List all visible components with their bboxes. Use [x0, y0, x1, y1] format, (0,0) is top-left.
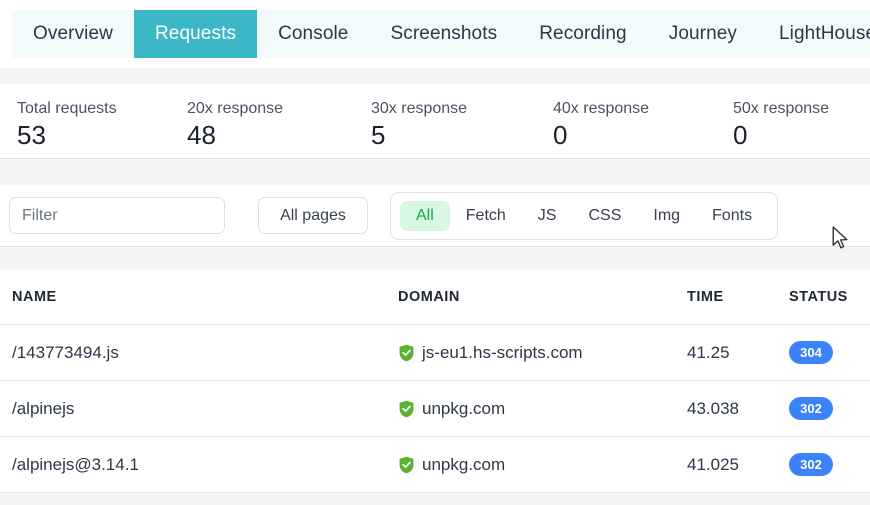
table-header-row: NAME DOMAIN TIME STATUS: [0, 269, 870, 325]
domain-label: unpkg.com: [422, 398, 506, 418]
status-badge: 302: [789, 453, 833, 476]
column-header-name[interactable]: NAME: [0, 289, 398, 305]
pages-select-label: All pages: [280, 206, 346, 224]
pages-select[interactable]: All pages: [258, 197, 368, 234]
stat-label: 40x response: [553, 100, 650, 117]
filter-panel: All pages All Fetch JS CSS Img Fonts: [0, 185, 870, 247]
filter-type-label: JS: [537, 206, 557, 224]
tab-requests[interactable]: Requests: [133, 10, 258, 58]
filter-type-js[interactable]: JS: [522, 201, 573, 231]
stat-20x-response: 20x response 48: [184, 100, 368, 151]
tab-bar-container: Overview Requests Console Screenshots Re…: [0, 0, 870, 68]
section-gap-bottom: [0, 247, 870, 269]
status-badge: 302: [789, 397, 833, 420]
requests-table: NAME DOMAIN TIME STATUS /143773494.js js…: [0, 269, 870, 493]
domain-label: unpkg.com: [422, 454, 506, 474]
stat-value: 48: [187, 120, 216, 150]
filter-type-img[interactable]: Img: [637, 201, 696, 231]
tab-label: LightHouse: [779, 23, 870, 44]
filter-type-fetch[interactable]: Fetch: [450, 201, 522, 231]
tab-recording[interactable]: Recording: [518, 10, 648, 58]
stat-40x-response: 40x response 0: [550, 100, 730, 151]
column-header-status[interactable]: STATUS: [789, 289, 870, 305]
stat-value: 5: [371, 120, 386, 150]
tab-bar: Overview Requests Console Screenshots Re…: [12, 10, 870, 58]
search-input[interactable]: [9, 197, 225, 234]
table-row[interactable]: /143773494.js js-eu1.hs-scripts.com 41.2…: [0, 325, 870, 381]
stat-total-requests: Total requests 53: [0, 100, 184, 151]
cell-request-time: 43.038: [687, 398, 739, 418]
stats-panel: Total requests 53 20x response 48 30x re…: [0, 84, 870, 159]
tab-console[interactable]: Console: [257, 10, 369, 58]
stat-50x-response: 50x response 0: [730, 100, 870, 151]
filter-type-fonts[interactable]: Fonts: [696, 201, 768, 231]
tab-label: Overview: [33, 23, 113, 44]
tab-journey[interactable]: Journey: [648, 10, 758, 58]
stat-value: 0: [733, 120, 748, 150]
secure-shield-icon: [399, 344, 414, 361]
cell-request-domain: unpkg.com: [398, 455, 687, 475]
cell-request-status: 302: [789, 453, 870, 476]
stat-label: 30x response: [371, 100, 468, 117]
filter-type-label: All: [416, 206, 434, 224]
tab-overview[interactable]: Overview: [12, 10, 134, 58]
stat-value: 53: [17, 120, 46, 150]
status-badge: 304: [789, 341, 833, 364]
tab-label: Journey: [668, 23, 738, 44]
cell-request-status: 304: [789, 341, 870, 364]
domain-label: js-eu1.hs-scripts.com: [422, 342, 583, 362]
stat-label: 20x response: [187, 100, 284, 117]
cell-request-name: /alpinejs: [12, 398, 75, 418]
tab-screenshots[interactable]: Screenshots: [369, 10, 518, 58]
stat-30x-response: 30x response 5: [368, 100, 550, 151]
cell-request-domain: unpkg.com: [398, 399, 687, 419]
table-row[interactable]: /alpinejs@3.14.1 unpkg.com 41.025 302: [0, 437, 870, 493]
tab-lighthouse[interactable]: LightHouse: [758, 10, 870, 58]
tab-label: Requests: [154, 23, 237, 44]
stat-value: 0: [553, 120, 568, 150]
filter-type-label: Fetch: [465, 206, 506, 224]
column-header-domain[interactable]: DOMAIN: [398, 289, 687, 305]
stat-label: 50x response: [733, 100, 830, 117]
cell-request-status: 302: [789, 397, 870, 420]
filter-type-css[interactable]: CSS: [572, 201, 637, 231]
cell-request-name: /143773494.js: [12, 342, 119, 362]
resource-type-filter-group: All Fetch JS CSS Img Fonts: [390, 191, 779, 240]
stat-label: Total requests: [17, 100, 117, 117]
cell-request-domain: js-eu1.hs-scripts.com: [398, 343, 687, 363]
filter-type-label: Img: [653, 206, 681, 224]
secure-shield-icon: [399, 456, 414, 473]
bottom-strip: [0, 493, 870, 505]
table-row[interactable]: /alpinejs unpkg.com 43.038 302: [0, 381, 870, 437]
cell-request-time: 41.25: [687, 342, 730, 362]
section-gap-top: [0, 68, 870, 84]
tab-label: Console: [278, 23, 349, 44]
cell-request-time: 41.025: [687, 454, 739, 474]
filter-type-label: Fonts: [712, 206, 753, 224]
tab-label: Recording: [539, 23, 627, 44]
tab-label: Screenshots: [390, 23, 498, 44]
column-header-time[interactable]: TIME: [687, 289, 789, 305]
filter-type-label: CSS: [588, 206, 622, 224]
cell-request-name: /alpinejs@3.14.1: [12, 454, 139, 474]
filter-type-all[interactable]: All: [400, 200, 450, 231]
secure-shield-icon: [399, 400, 414, 417]
section-gap-middle: [0, 159, 870, 185]
